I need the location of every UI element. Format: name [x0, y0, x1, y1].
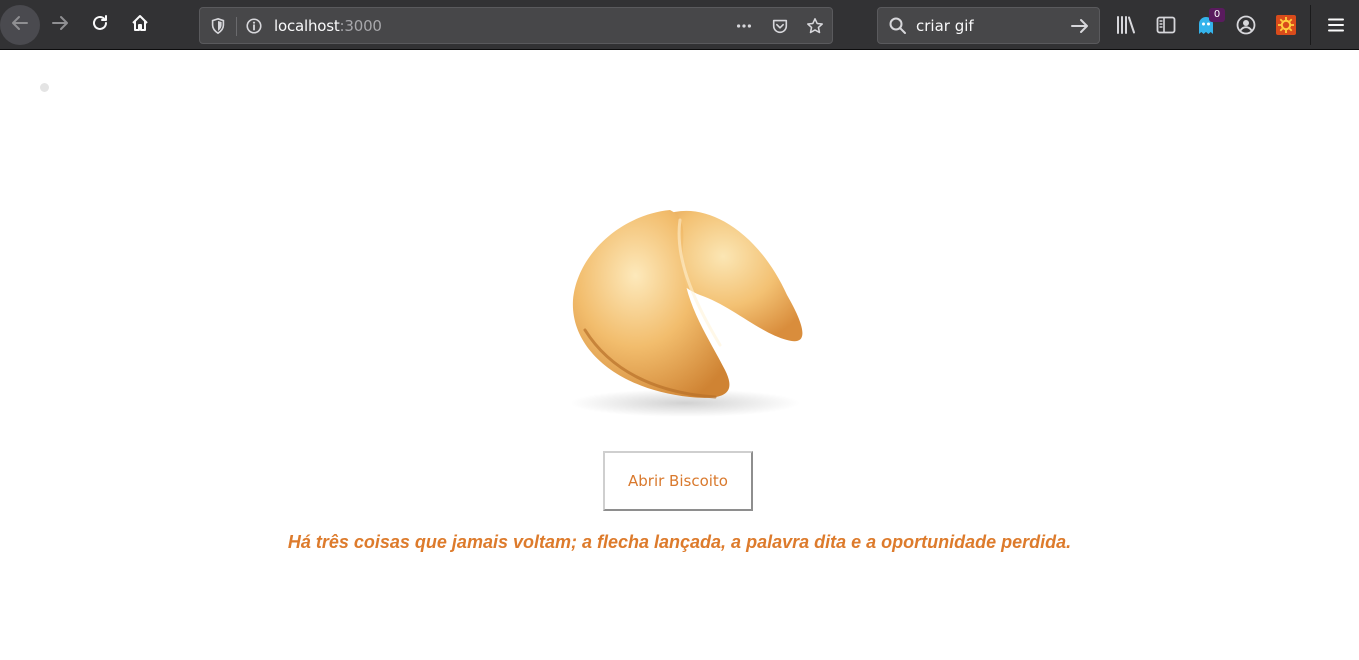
open-cookie-button[interactable]: Abrir Biscoito	[603, 451, 753, 511]
forward-arrow-icon	[50, 13, 70, 37]
more-dots-icon[interactable]	[734, 16, 754, 36]
url-text[interactable]: localhost:3000	[274, 17, 382, 35]
search-icon	[888, 16, 908, 36]
reload-icon	[90, 13, 110, 37]
url-bar[interactable]: localhost:3000	[199, 7, 833, 44]
search-input[interactable]: criar gif	[916, 17, 974, 35]
notification-badge: 0	[1209, 8, 1225, 22]
reload-button[interactable]	[80, 5, 120, 45]
back-button[interactable]	[0, 5, 40, 45]
url-host: localhost	[274, 17, 340, 35]
fortune-cookie-image	[525, 145, 835, 445]
account-icon[interactable]	[1234, 13, 1258, 37]
search-bar[interactable]: criar gif	[877, 7, 1100, 44]
forward-button[interactable]	[40, 5, 80, 45]
pocket-icon[interactable]	[770, 16, 790, 36]
toolbar-divider	[1310, 5, 1311, 45]
url-divider	[236, 17, 237, 36]
info-icon[interactable]	[244, 16, 264, 36]
fortune-message: Há três coisas que jamais voltam; a flec…	[287, 532, 1072, 552]
gear-extension-icon[interactable]	[1274, 13, 1298, 37]
arrow-right-icon[interactable]	[1070, 16, 1090, 36]
home-icon	[130, 13, 150, 37]
hamburger-menu-icon[interactable]	[1324, 13, 1348, 37]
back-arrow-icon	[10, 13, 30, 37]
browser-toolbar: localhost:3000 criar gif 0	[0, 0, 1359, 50]
library-icon[interactable]	[1114, 13, 1138, 37]
home-button[interactable]	[120, 5, 160, 45]
star-icon[interactable]	[805, 16, 825, 36]
shield-icon[interactable]	[208, 16, 228, 36]
url-port: :3000	[339, 17, 382, 35]
sidebar-icon[interactable]	[1154, 13, 1178, 37]
loading-dot	[40, 83, 49, 92]
